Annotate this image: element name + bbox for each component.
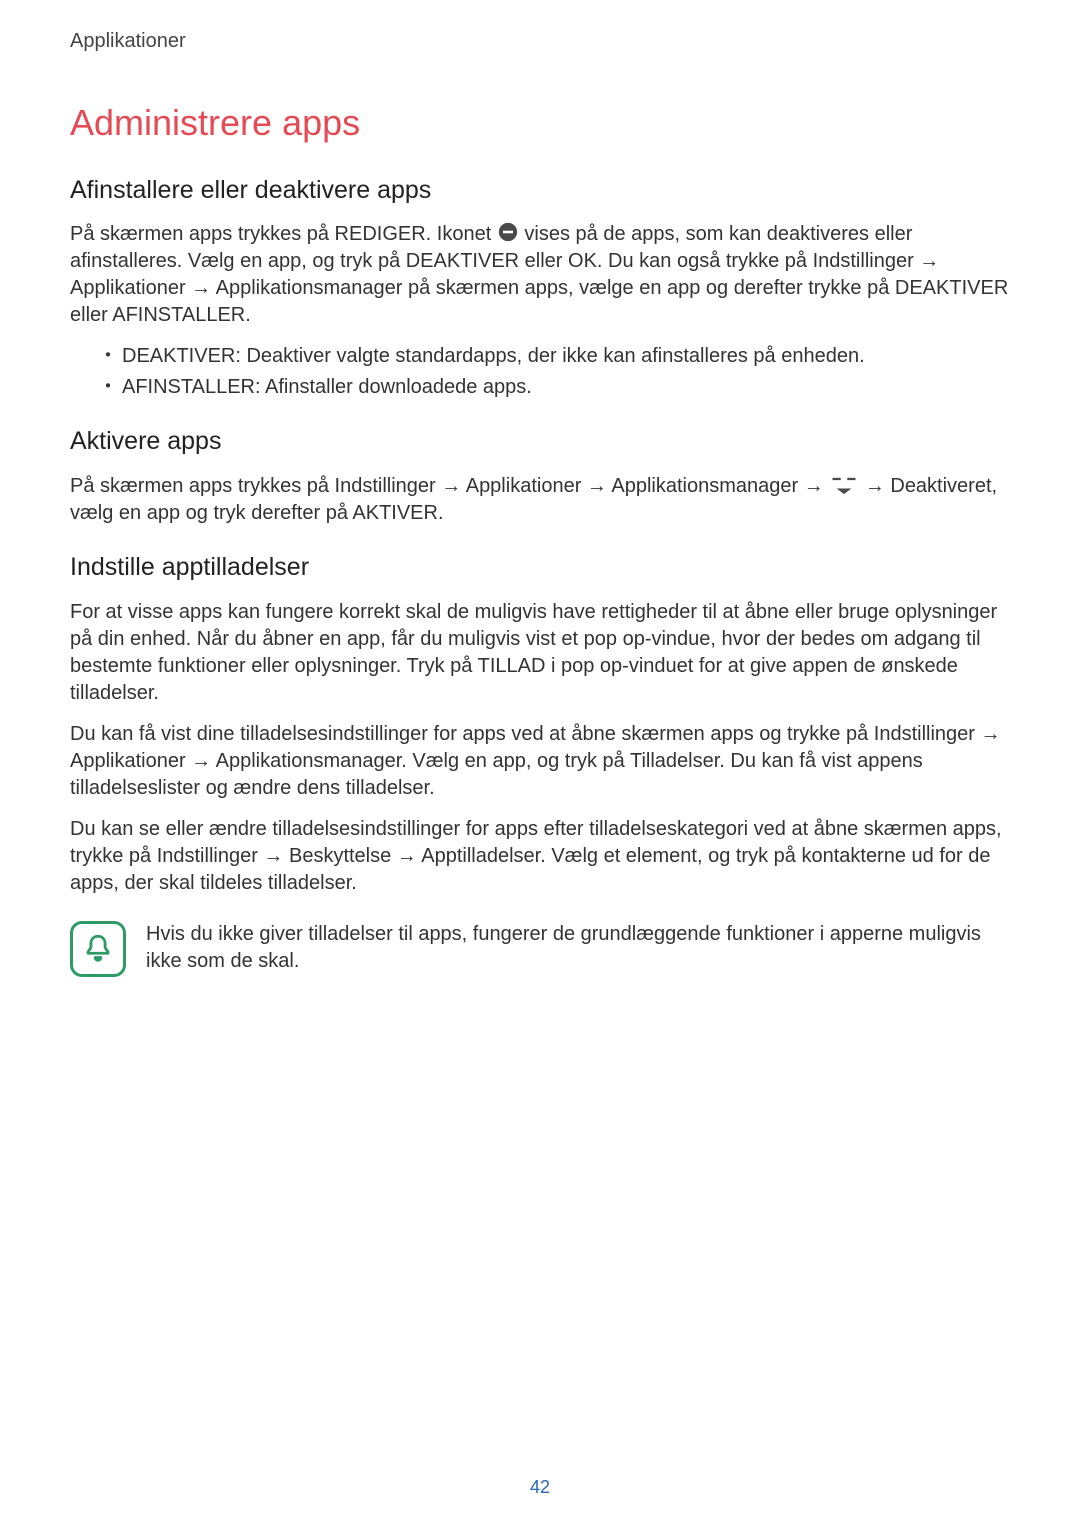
permissions-para-2: Du kan få vist dine tilladelsesindstilli… (70, 721, 1010, 802)
note-box: Hvis du ikke giver tilladelser til apps,… (70, 921, 1010, 977)
section-activate-text: På skærmen apps trykkes på Indstillinger… (70, 473, 1010, 527)
permissions-para-3: Du kan se eller ændre tilladelsesindstil… (70, 816, 1010, 897)
breadcrumb: Applikationer (70, 28, 1010, 55)
note-text: Hvis du ikke giver tilladelser til apps,… (146, 921, 1010, 975)
section-uninstall-text: På skærmen apps trykkes på REDIGER. Ikon… (70, 221, 1010, 329)
text-fragment: På skærmen apps trykkes på Indstillinger… (70, 475, 829, 497)
page: Applikationer Administrere apps Afinstal… (0, 0, 1080, 1527)
section-permissions: Indstille apptilladelser For at visse ap… (70, 551, 1010, 897)
dropdown-icon (829, 477, 859, 495)
bell-icon (70, 921, 126, 977)
page-title: Administrere apps (70, 99, 1010, 148)
minus-circle-icon (497, 221, 519, 243)
section-uninstall: Afinstallere eller deaktivere apps På sk… (70, 174, 1010, 402)
section-activate: Aktivere apps På skærmen apps trykkes på… (70, 425, 1010, 527)
section-permissions-title: Indstille apptilladelser (70, 551, 1010, 585)
bullet-list: DEAKTIVER: Deaktiver valgte standardapps… (70, 343, 1010, 401)
list-item: AFINSTALLER: Afinstaller downloadede app… (98, 374, 1010, 401)
list-item: DEAKTIVER: Deaktiver valgte standardapps… (98, 343, 1010, 370)
section-activate-title: Aktivere apps (70, 425, 1010, 459)
text-fragment: På skærmen apps trykkes på REDIGER. Ikon… (70, 223, 497, 245)
page-number: 42 (0, 1475, 1080, 1499)
permissions-para-1: For at visse apps kan fungere korrekt sk… (70, 599, 1010, 707)
section-uninstall-title: Afinstallere eller deaktivere apps (70, 174, 1010, 208)
